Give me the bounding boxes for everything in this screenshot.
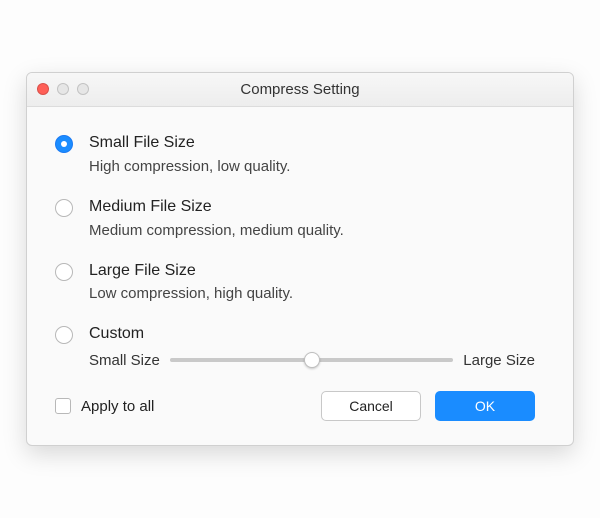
cancel-button[interactable]: Cancel [321, 391, 421, 421]
apply-label: Apply to all [81, 398, 154, 415]
maximize-icon[interactable] [77, 83, 89, 95]
slider-thumb[interactable] [304, 352, 320, 368]
option-label: Custom [89, 324, 535, 345]
slider-left-label: Small Size [89, 352, 160, 369]
size-slider[interactable] [170, 351, 453, 369]
radio-large[interactable] [55, 263, 73, 281]
close-icon[interactable] [37, 83, 49, 95]
titlebar: Compress Setting [27, 73, 573, 107]
option-desc: Low compression, high quality. [89, 285, 535, 302]
apply-to-all[interactable]: Apply to all [55, 398, 154, 415]
radio-custom[interactable] [55, 326, 73, 344]
option-large[interactable]: Large File Size Low compression, high qu… [55, 261, 535, 303]
custom-slider-row: Small Size Large Size [89, 351, 535, 369]
dialog-content: Small File Size High compression, low qu… [27, 107, 573, 445]
radio-small[interactable] [55, 135, 73, 153]
apply-checkbox[interactable] [55, 398, 71, 414]
radio-medium[interactable] [55, 199, 73, 217]
ok-button[interactable]: OK [435, 391, 535, 421]
slider-right-label: Large Size [463, 352, 535, 369]
option-label: Large File Size [89, 261, 535, 282]
dialog-window: Compress Setting Small File Size High co… [26, 72, 574, 446]
option-label: Medium File Size [89, 197, 535, 218]
option-desc: High compression, low quality. [89, 158, 535, 175]
option-small[interactable]: Small File Size High compression, low qu… [55, 133, 535, 175]
dialog-footer: Apply to all Cancel OK [55, 391, 535, 421]
window-controls [37, 83, 89, 95]
window-title: Compress Setting [240, 81, 359, 98]
dialog-buttons: Cancel OK [321, 391, 535, 421]
option-label: Small File Size [89, 133, 535, 154]
option-custom[interactable]: Custom Small Size Large Size [55, 324, 535, 369]
option-desc: Medium compression, medium quality. [89, 222, 535, 239]
option-medium[interactable]: Medium File Size Medium compression, med… [55, 197, 535, 239]
minimize-icon[interactable] [57, 83, 69, 95]
